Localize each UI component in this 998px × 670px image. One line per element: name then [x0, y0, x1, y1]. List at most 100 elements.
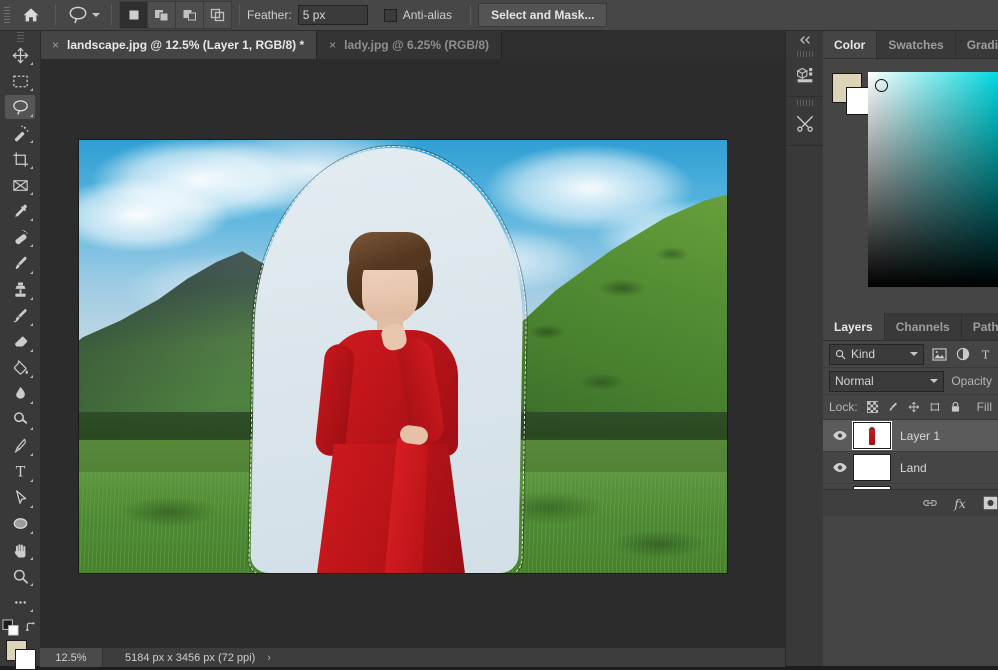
type-icon[interactable]: T — [979, 347, 992, 361]
options-divider-2 — [111, 5, 112, 25]
image-icon[interactable] — [932, 348, 947, 361]
tab-title: landscape.jpg @ 12.5% (Layer 1, RGB/8) * — [67, 38, 304, 52]
chevron-down-icon[interactable] — [910, 352, 918, 356]
hair-front — [349, 232, 431, 270]
color-picker-handle[interactable] — [875, 79, 888, 92]
lasso-tool[interactable] — [5, 95, 35, 119]
healing-brush-tool[interactable] — [5, 225, 35, 249]
zoom-level[interactable]: 12.5% — [40, 648, 103, 667]
lock-icon[interactable] — [950, 400, 961, 414]
tab-paths[interactable]: Paths — [962, 313, 998, 340]
frame-tool[interactable] — [5, 173, 35, 197]
layer-name[interactable]: Land — [900, 461, 927, 475]
brush-icon[interactable] — [887, 400, 899, 414]
magic-wand-tool[interactable] — [5, 121, 35, 145]
link-icon[interactable] — [922, 497, 938, 509]
default-colors-icon[interactable] — [2, 619, 19, 636]
layer-row-land[interactable]: Land — [823, 452, 998, 484]
blend-mode-row: Normal Opacity — [823, 368, 998, 395]
document-canvas[interactable] — [79, 140, 727, 573]
feather-label: Feather: — [247, 8, 292, 22]
kind-filter-select[interactable]: Kind — [829, 344, 924, 365]
tab-channels[interactable]: Channels — [885, 313, 962, 340]
tab-swatches[interactable]: Swatches — [877, 31, 955, 58]
layer-name[interactable]: Layer 1 — [900, 429, 940, 443]
toolbar-color-swatches[interactable] — [5, 640, 35, 666]
artboard-icon[interactable] — [929, 400, 941, 414]
background-color-swatch[interactable] — [15, 649, 36, 670]
document-tab-landscape[interactable]: × landscape.jpg @ 12.5% (Layer 1, RGB/8)… — [40, 31, 317, 59]
photoshop-window: Feather: Anti-alias Select and Mask... ×… — [0, 0, 998, 666]
history-brush-tool[interactable] — [5, 304, 35, 328]
swap-colors-icon[interactable] — [24, 620, 39, 635]
document-tab-lady[interactable]: × lady.jpg @ 6.25% (RGB/8) — [317, 31, 502, 59]
close-icon[interactable]: × — [52, 38, 59, 52]
dock-group-tools — [786, 97, 824, 146]
pen-tool[interactable] — [5, 434, 35, 458]
gradient-tool[interactable] — [5, 356, 35, 380]
eraser-tool[interactable] — [5, 330, 35, 354]
chevron-down-icon[interactable] — [930, 379, 938, 383]
dodge-tool[interactable] — [5, 408, 35, 432]
layer-row-layer-1[interactable]: Layer 1 — [823, 420, 998, 452]
blur-tool[interactable] — [5, 382, 35, 406]
move-icon[interactable] — [908, 400, 920, 414]
subtract-selection-button[interactable] — [175, 1, 203, 29]
opacity-label: Opacity — [951, 374, 992, 388]
add-selection-button[interactable] — [147, 1, 175, 29]
tool-presets-panel-icon[interactable] — [790, 109, 820, 139]
hand-tool[interactable] — [5, 538, 35, 562]
options-divider-1 — [55, 5, 56, 25]
layer-thumbnail[interactable] — [853, 454, 891, 481]
more-tools-icon[interactable] — [5, 590, 35, 614]
mask-icon[interactable] — [983, 496, 998, 510]
canvas-area[interactable] — [40, 59, 785, 647]
crop-tool[interactable] — [5, 147, 35, 171]
woman-figure — [254, 148, 522, 573]
dock-grip — [797, 51, 813, 57]
active-tool-flyout[interactable] — [63, 2, 104, 28]
type-tool[interactable]: T — [5, 460, 35, 484]
anti-alias-checkbox[interactable] — [384, 9, 397, 22]
zoom-tool[interactable] — [5, 564, 35, 588]
tab-color[interactable]: Color — [823, 31, 877, 58]
tab-layers[interactable]: Layers — [823, 313, 885, 340]
lock-label: Lock: — [829, 400, 858, 414]
fx-icon[interactable]: fx — [952, 496, 969, 511]
layers-panel: Kind T — [823, 341, 998, 516]
blend-mode-select[interactable]: Normal — [829, 371, 944, 392]
layer-visibility-toggle[interactable] — [827, 430, 853, 441]
path-selection-tool[interactable] — [5, 486, 35, 510]
blend-mode-value: Normal — [835, 374, 874, 388]
collapse-panels-button[interactable] — [786, 31, 824, 48]
eye-icon — [832, 430, 848, 441]
home-icon[interactable] — [14, 0, 48, 30]
dock-grip — [797, 100, 813, 106]
color-picker-field[interactable] — [868, 72, 998, 287]
ellipse-tool[interactable] — [5, 512, 35, 536]
brush-tool[interactable] — [5, 251, 35, 275]
intersect-selection-button[interactable] — [203, 1, 232, 29]
select-and-mask-button[interactable]: Select and Mask... — [478, 3, 607, 27]
layer-visibility-toggle[interactable] — [827, 462, 853, 473]
document-tab-bar: × landscape.jpg @ 12.5% (Layer 1, RGB/8)… — [40, 31, 785, 60]
eyedropper-tool[interactable] — [5, 199, 35, 223]
checker-icon[interactable] — [867, 400, 879, 414]
feather-input[interactable] — [298, 5, 368, 25]
dock-group-libraries — [786, 48, 824, 97]
clone-stamp-tool[interactable] — [5, 278, 35, 302]
status-expand-icon[interactable]: › — [267, 652, 271, 664]
move-tool[interactable] — [5, 43, 35, 67]
collapsed-panel-dock — [785, 31, 825, 666]
layers-panel-footer: fx — [823, 489, 998, 516]
layer-thumbnail[interactable] — [853, 422, 891, 449]
tab-gradients[interactable]: Gradients — [956, 31, 998, 58]
adjustment-icon[interactable] — [956, 347, 970, 361]
chevron-down-icon[interactable] — [92, 13, 100, 17]
close-icon[interactable]: × — [329, 38, 336, 52]
libraries-panel-icon[interactable] — [790, 60, 820, 90]
new-selection-button[interactable] — [119, 1, 147, 29]
kind-filter-label: Kind — [851, 347, 875, 361]
rectangular-marquee-tool[interactable] — [5, 69, 35, 93]
color-panel — [823, 59, 998, 313]
